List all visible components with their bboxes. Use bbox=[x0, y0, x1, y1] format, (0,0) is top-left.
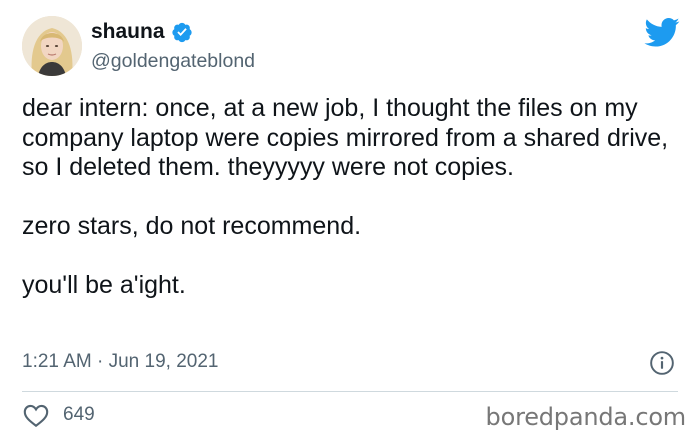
heart-icon[interactable] bbox=[22, 402, 50, 428]
like-count: 649 bbox=[63, 404, 95, 425]
tweet-paragraph: zero stars, do not recommend. bbox=[22, 212, 362, 240]
tweet-text: dear intern: once, at a new job, I thoug… bbox=[22, 94, 682, 301]
author-name-row[interactable]: shauna bbox=[91, 20, 193, 44]
twitter-bird-icon[interactable] bbox=[644, 14, 680, 50]
verified-badge-icon bbox=[171, 21, 193, 43]
watermark: boredpanda.com bbox=[485, 403, 687, 431]
like-button[interactable]: 649 bbox=[22, 402, 95, 428]
tweet-paragraph: dear intern: once, at a new job, I thoug… bbox=[22, 94, 669, 181]
display-name[interactable]: shauna bbox=[91, 20, 165, 44]
avatar[interactable] bbox=[22, 16, 82, 76]
tweet-timestamp[interactable]: 1:21 AM · Jun 19, 2021 bbox=[22, 350, 218, 374]
avatar-photo bbox=[22, 16, 82, 76]
user-handle[interactable]: @goldengateblond bbox=[91, 50, 255, 72]
info-icon[interactable] bbox=[649, 350, 675, 376]
tweet-paragraph: you'll be a'ight. bbox=[22, 271, 186, 299]
divider bbox=[22, 391, 678, 392]
